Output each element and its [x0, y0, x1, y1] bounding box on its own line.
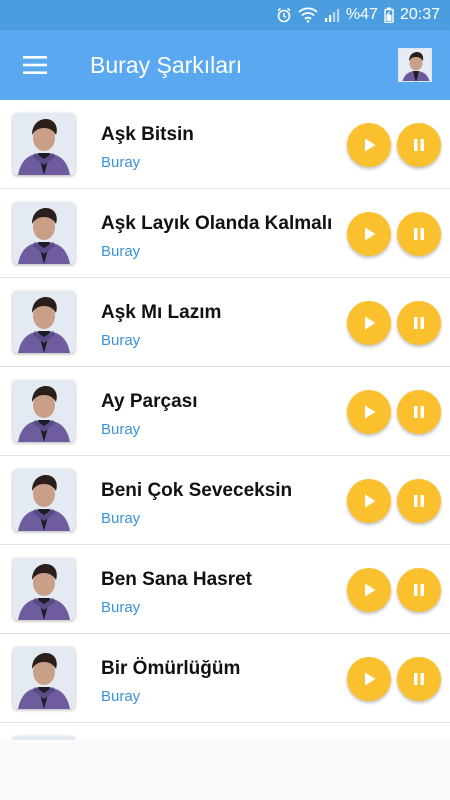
song-text: Aşk Layık Olanda Kalmalı Buray [101, 213, 332, 260]
song-text: Ay Parçası Buray [101, 391, 197, 438]
menu-button[interactable] [0, 30, 70, 100]
song-row-2[interactable]: Aşk Layık Olanda Kalmalı Buray [0, 189, 450, 278]
hamburger-menu-icon [23, 56, 47, 74]
alarm-icon [276, 7, 292, 23]
play-button[interactable] [347, 568, 391, 612]
song-text: Ben Sana Hasret Buray [101, 569, 252, 616]
pause-button[interactable] [397, 390, 441, 434]
pause-icon [414, 584, 424, 596]
artist-thumbnail [13, 291, 75, 353]
wifi-icon [298, 7, 318, 23]
signal-icon [324, 7, 340, 23]
song-row-4[interactable]: Ay Parçası Buray [0, 367, 450, 456]
song-row-7[interactable]: Bir Ömürlüğüm Buray [0, 634, 450, 723]
play-button[interactable] [347, 390, 391, 434]
artist-thumbnail [13, 113, 75, 175]
play-icon [365, 672, 376, 686]
pause-button[interactable] [397, 212, 441, 256]
pause-icon [414, 495, 424, 507]
pause-icon [414, 406, 424, 418]
play-button[interactable] [347, 212, 391, 256]
artist-thumbnail [13, 380, 75, 442]
artist-thumbnail [13, 647, 75, 709]
song-title: Beni Çok Seveceksin [101, 480, 293, 501]
artist-thumbnail [13, 202, 75, 264]
artist-thumbnail [13, 558, 75, 620]
song-row-5[interactable]: Beni Çok Seveceksin Buray [0, 456, 450, 545]
play-button[interactable] [347, 123, 391, 167]
pause-icon [414, 673, 424, 685]
status-bar: %47 20:37 [0, 0, 450, 30]
play-button[interactable] [347, 479, 391, 523]
song-artist: Buray [101, 688, 141, 705]
play-icon [365, 227, 376, 241]
song-text: Beni Çok Seveceksin Buray [101, 480, 292, 527]
song-artist: Buray [101, 154, 141, 171]
song-artist: Buray [101, 332, 141, 349]
battery-icon [384, 7, 394, 23]
pause-button[interactable] [397, 123, 441, 167]
pause-button[interactable] [397, 657, 441, 701]
battery-percent: %47 [345, 6, 378, 23]
song-row-6[interactable]: Ben Sana Hasret Buray [0, 545, 450, 634]
app-title: Buray Şarkıları [90, 51, 243, 78]
song-row-1[interactable]: Aşk Bitsin Buray [0, 100, 450, 189]
pause-button[interactable] [397, 568, 441, 612]
pause-button[interactable] [397, 301, 441, 345]
pause-icon [414, 317, 424, 329]
pause-button[interactable] [397, 479, 441, 523]
pause-icon [414, 228, 424, 240]
bottom-empty-area [0, 740, 450, 800]
song-title: Bir Ömürlüğüm [101, 658, 241, 679]
song-title: Aşk Layık Olanda Kalmalı [101, 213, 333, 234]
song-title: Ben Sana Hasret [101, 569, 253, 590]
play-icon [365, 405, 376, 419]
song-list[interactable]: Aşk Bitsin Buray Aşk Layık Olanda Kalmal… [0, 100, 450, 740]
song-row-3[interactable]: Aşk Mı Lazım Buray [0, 278, 450, 367]
song-title: Aşk Bitsin [101, 124, 194, 145]
song-text: Bir Ömürlüğüm Buray [101, 658, 240, 705]
play-icon [365, 583, 376, 597]
song-artist: Buray [101, 243, 141, 260]
song-text: Aşk Bitsin Buray [101, 124, 194, 171]
play-button[interactable] [347, 657, 391, 701]
app-bar: Buray Şarkıları [0, 30, 450, 100]
song-artist: Buray [101, 421, 141, 438]
song-artist: Buray [101, 599, 141, 616]
song-title: Ay Parçası [101, 391, 198, 412]
play-icon [365, 494, 376, 508]
artist-thumbnail [13, 469, 75, 531]
play-button[interactable] [347, 301, 391, 345]
clock: 20:37 [399, 6, 440, 23]
play-icon [365, 316, 376, 330]
song-text: Aşk Mı Lazım Buray [101, 302, 221, 349]
song-artist: Buray [101, 510, 141, 527]
pause-icon [414, 139, 424, 151]
header-avatar[interactable] [398, 48, 432, 82]
song-title: Aşk Mı Lazım [101, 302, 222, 323]
play-icon [365, 138, 376, 152]
song-row-8[interactable] [0, 723, 450, 740]
